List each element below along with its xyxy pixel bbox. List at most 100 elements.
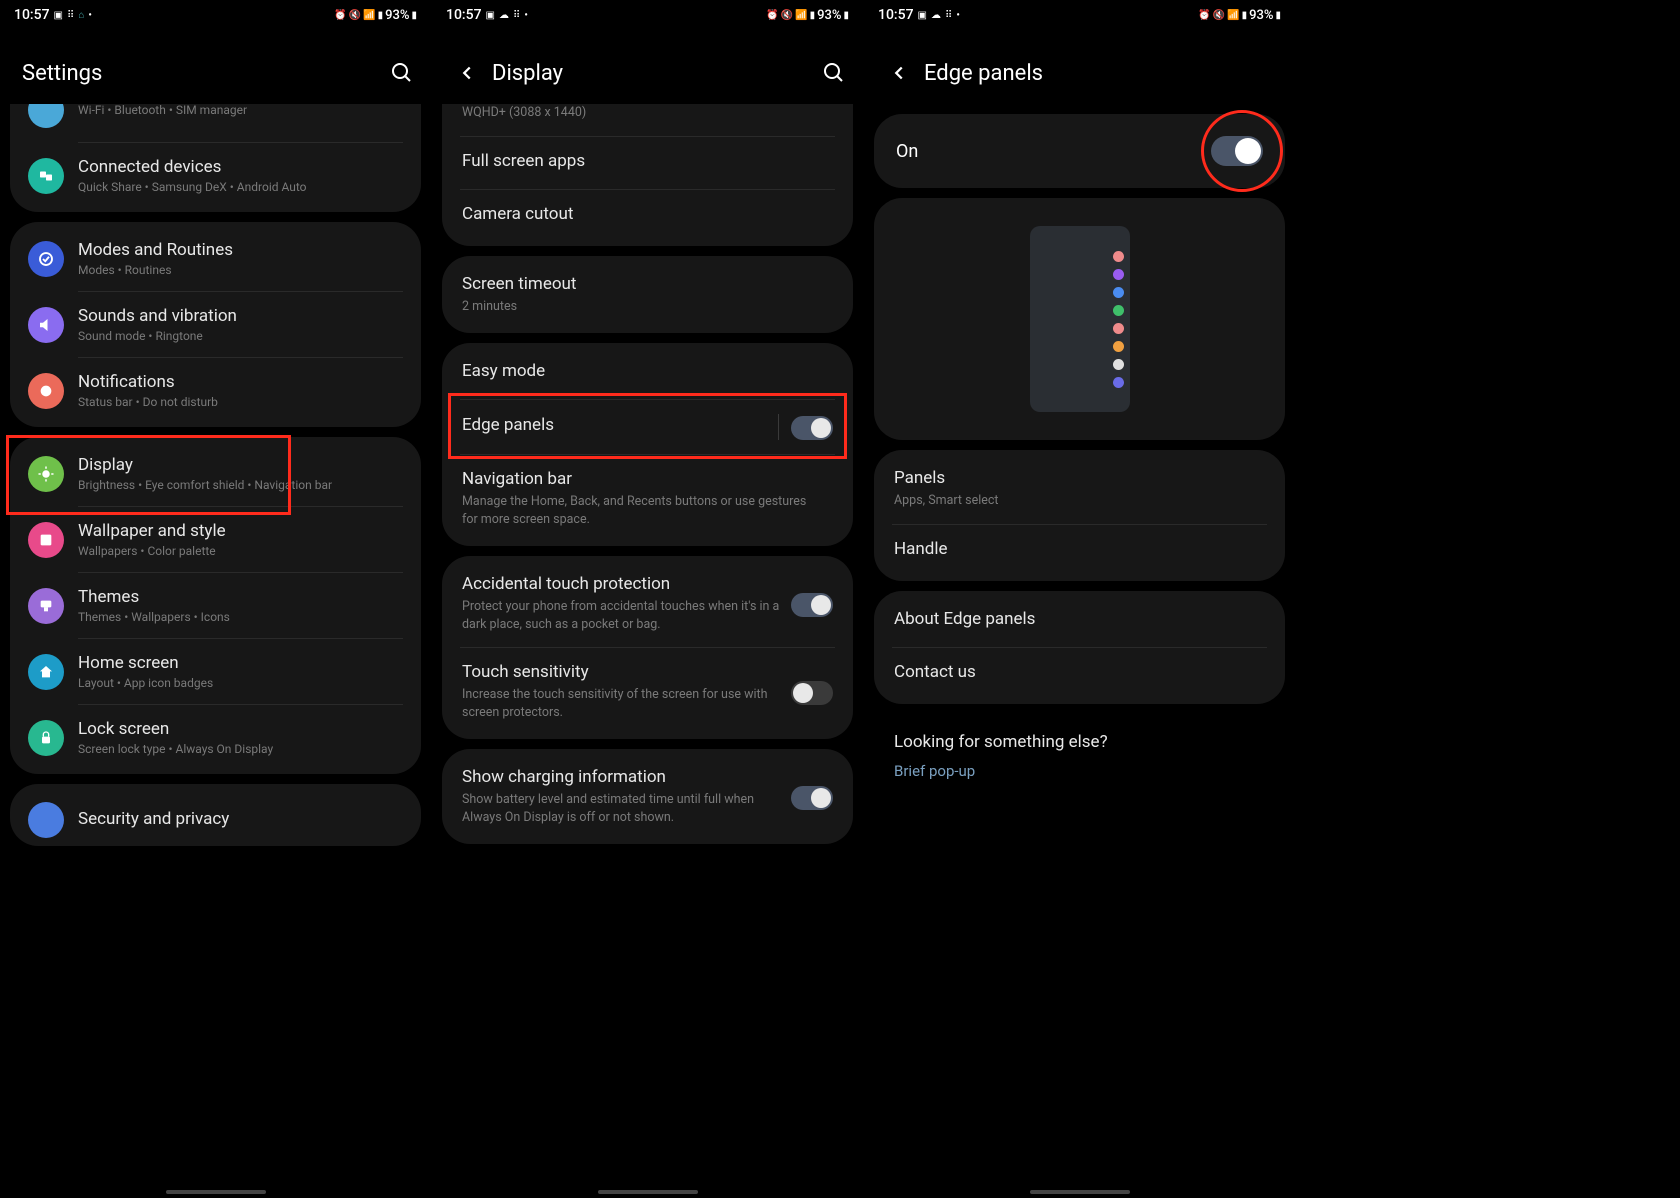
display-accidental-touch[interactable]: Accidental touch protection Protect your… (442, 560, 853, 647)
settings-item-sounds[interactable]: Sounds and vibration Sound mode • Ringto… (10, 292, 421, 357)
settings-item-security[interactable]: Security and privacy (10, 788, 421, 842)
status-bar: 10:57 ▣ ☁ ⠿ • ⏰ 🔇 📶 ▮ 93% ▮ (432, 0, 863, 30)
page-title: Edge panels (924, 61, 1279, 86)
preview-app-dot (1113, 287, 1124, 298)
signal-icon: ▮ (1242, 10, 1248, 21)
wifi-icon: 📶 (795, 10, 807, 21)
accidental-touch-toggle[interactable] (791, 593, 833, 617)
mute-icon: 🔇 (781, 10, 793, 21)
preview-app-dot (1113, 305, 1124, 316)
preview-panel (874, 198, 1285, 440)
alarm-icon: ⏰ (766, 10, 778, 21)
brief-popup-link[interactable]: Brief pop-up (874, 762, 1285, 794)
status-icon: ⠿ (945, 10, 952, 21)
preview-app-dot (1113, 377, 1124, 388)
preview-app-dot (1113, 323, 1124, 334)
status-bar: 10:57 ▣ ⠿ ⌂ • ⏰ 🔇 📶 ▮ 93% ▮ (0, 0, 431, 30)
status-dot: • (524, 10, 528, 21)
wifi-icon: 📶 (363, 10, 375, 21)
mute-icon: 🔇 (349, 10, 361, 21)
edge-panels-master-row[interactable]: On (874, 114, 1285, 188)
display-screen: 10:57 ▣ ☁ ⠿ • ⏰ 🔇 📶 ▮ 93% ▮ Display Scre… (432, 0, 864, 1198)
search-icon[interactable] (821, 60, 847, 86)
settings-item-modes[interactable]: Modes and Routines Modes • Routines (10, 226, 421, 291)
status-dot: • (88, 10, 92, 21)
status-time: 10:57 (878, 7, 914, 23)
settings-item-notifications[interactable]: Notifications Status bar • Do not distur… (10, 358, 421, 423)
battery-pct: 93% (1249, 8, 1273, 23)
alarm-icon: ⏰ (1198, 10, 1210, 21)
display-easy-mode[interactable]: Easy mode (442, 347, 853, 399)
display-camera-cutout[interactable]: Camera cutout (442, 190, 853, 242)
page-title: Display (492, 61, 821, 86)
settings-item-connections[interactable]: Wi-Fi • Bluetooth • SIM manager (10, 104, 421, 142)
phone-preview (1030, 226, 1130, 412)
preview-app-dot (1113, 269, 1124, 280)
nav-handle[interactable] (1030, 1190, 1130, 1194)
page-title: Settings (22, 61, 389, 86)
contact-us[interactable]: Contact us (874, 648, 1285, 700)
looking-heading: Looking for something else? (894, 732, 1108, 752)
display-resolution[interactable]: Screen resolution WQHD+ (3088 x 1440) (442, 104, 853, 136)
preview-app-dot (1113, 341, 1124, 352)
sound-icon (28, 307, 64, 343)
edge-panels-master-toggle[interactable] (1211, 136, 1263, 166)
status-app-icon: ▣ (54, 10, 63, 21)
settings-item-lockscreen[interactable]: Lock screen Screen lock type • Always On… (10, 705, 421, 770)
devices-icon (28, 158, 64, 194)
home-icon (28, 654, 64, 690)
handle-row[interactable]: Handle (874, 525, 1285, 577)
signal-icon: ▮ (378, 10, 384, 21)
status-bar: 10:57 ▣ ☁ ⠿ • ⏰ 🔇 📶 ▮ 93% ▮ (864, 0, 1295, 30)
status-icon: ☁ (499, 10, 509, 21)
wallpaper-icon (28, 522, 64, 558)
modes-icon (28, 241, 64, 277)
lock-icon (28, 720, 64, 756)
settings-item-wallpaper[interactable]: Wallpaper and style Wallpapers • Color p… (10, 507, 421, 572)
display-icon (28, 456, 64, 492)
on-label: On (896, 141, 918, 162)
settings-screen: 10:57 ▣ ⠿ ⌂ • ⏰ 🔇 📶 ▮ 93% ▮ Settings Wi-… (0, 0, 432, 1198)
mute-icon: 🔇 (1213, 10, 1225, 21)
notifications-icon (28, 373, 64, 409)
status-dot: • (956, 10, 960, 21)
status-icon: ▣ (918, 10, 927, 21)
settings-item-connected-devices[interactable]: Connected devices Quick Share • Samsung … (10, 143, 421, 208)
wifi-icon: 📶 (1227, 10, 1239, 21)
status-time: 10:57 (14, 7, 50, 23)
alarm-icon: ⏰ (334, 10, 346, 21)
search-icon[interactable] (389, 60, 415, 86)
preview-app-dot (1113, 251, 1124, 262)
edge-panels-toggle[interactable] (791, 416, 833, 440)
settings-item-themes[interactable]: Themes Themes • Wallpapers • Icons (10, 573, 421, 638)
touch-sensitivity-toggle[interactable] (791, 681, 833, 705)
display-touch-sensitivity[interactable]: Touch sensitivity Increase the touch sen… (442, 648, 853, 735)
signal-icon: ▮ (810, 10, 816, 21)
display-edge-panels[interactable]: Edge panels (442, 400, 853, 454)
battery-icon: ▮ (411, 10, 417, 21)
battery-icon: ▮ (843, 10, 849, 21)
nav-handle[interactable] (598, 1190, 698, 1194)
status-app-icon: ⠿ (67, 10, 74, 21)
panels-row[interactable]: Panels Apps, Smart select (874, 454, 1285, 524)
about-edge-panels[interactable]: About Edge panels (874, 595, 1285, 647)
display-timeout[interactable]: Screen timeout 2 minutes (442, 260, 853, 330)
status-icon: ▣ (486, 10, 495, 21)
edge-panels-screen: 10:57 ▣ ☁ ⠿ • ⏰ 🔇 📶 ▮ 93% ▮ Edge panels … (864, 0, 1296, 1198)
charging-info-toggle[interactable] (791, 786, 833, 810)
display-charging-info[interactable]: Show charging information Show battery l… (442, 753, 853, 840)
preview-app-dot (1113, 359, 1124, 370)
status-icon: ☁ (931, 10, 941, 21)
status-icon: ⠿ (513, 10, 520, 21)
settings-item-home[interactable]: Home screen Layout • App icon badges (10, 639, 421, 704)
battery-pct: 93% (385, 8, 409, 23)
status-time: 10:57 (446, 7, 482, 23)
themes-icon (28, 588, 64, 624)
display-fullscreen[interactable]: Full screen apps (442, 137, 853, 189)
nav-handle[interactable] (166, 1190, 266, 1194)
status-app-icon: ⌂ (78, 10, 84, 21)
back-button[interactable] (886, 60, 912, 86)
display-nav-bar[interactable]: Navigation bar Manage the Home, Back, an… (442, 455, 853, 542)
settings-item-display[interactable]: Display Brightness • Eye comfort shield … (10, 441, 421, 506)
back-button[interactable] (454, 60, 480, 86)
